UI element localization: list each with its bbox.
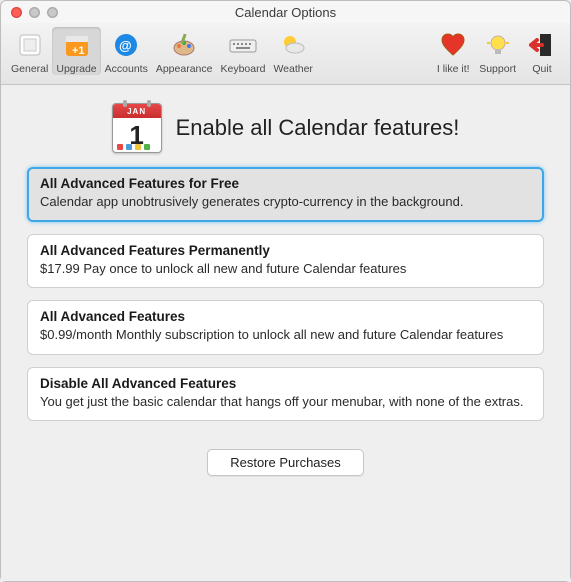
- keyboard-icon: [227, 29, 259, 61]
- toolbar-item-accounts[interactable]: @ Accounts: [101, 27, 152, 75]
- toolbar-label: Upgrade: [56, 63, 96, 75]
- upgrade-icon: +1: [61, 29, 93, 61]
- appearance-icon: [168, 29, 200, 61]
- option-desc: $17.99 Pay once to unlock all new and fu…: [40, 260, 531, 278]
- option-title: Disable All Advanced Features: [40, 376, 531, 391]
- weather-icon: [277, 29, 309, 61]
- calendar-icon-month: JAN: [113, 104, 161, 118]
- toolbar-label: Accounts: [105, 63, 148, 75]
- option-desc: $0.99/month Monthly subscription to unlo…: [40, 326, 531, 344]
- option-desc: You get just the basic calendar that han…: [40, 393, 531, 411]
- toolbar-label: Support: [479, 63, 516, 75]
- titlebar: Calendar Options: [1, 1, 570, 23]
- toolbar-item-upgrade[interactable]: +1 Upgrade: [52, 27, 100, 75]
- quit-icon: [526, 29, 558, 61]
- option-disable[interactable]: Disable All Advanced Features You get ju…: [27, 367, 544, 422]
- calendar-icon: JAN 1: [112, 103, 162, 153]
- toolbar: General +1 Upgrade @ Accounts Appearance…: [1, 23, 570, 85]
- option-desc: Calendar app unobtrusively generates cry…: [40, 193, 531, 211]
- svg-text:@: @: [119, 38, 132, 53]
- toolbar-item-keyboard[interactable]: Keyboard: [216, 27, 269, 75]
- toolbar-item-weather[interactable]: Weather: [269, 27, 317, 75]
- footer: Restore Purchases: [1, 421, 570, 502]
- option-title: All Advanced Features: [40, 309, 531, 324]
- heart-icon: [437, 29, 469, 61]
- toolbar-item-like[interactable]: I like it!: [431, 27, 475, 75]
- window-title: Calendar Options: [1, 5, 570, 20]
- toolbar-item-support[interactable]: Support: [475, 27, 520, 75]
- option-monthly[interactable]: All Advanced Features $0.99/month Monthl…: [27, 300, 544, 355]
- toolbar-label: I like it!: [437, 63, 470, 75]
- content-pane: JAN 1 Enable all Calendar features! All …: [1, 85, 570, 581]
- toolbar-item-quit[interactable]: Quit: [520, 27, 564, 75]
- preferences-window: Calendar Options General +1 Upgrade @ Ac…: [0, 0, 571, 582]
- toolbar-item-general[interactable]: General: [7, 27, 52, 75]
- toolbar-label: Weather: [273, 63, 313, 75]
- restore-purchases-button[interactable]: Restore Purchases: [207, 449, 364, 476]
- option-title: All Advanced Features Permanently: [40, 243, 531, 258]
- option-permanent[interactable]: All Advanced Features Permanently $17.99…: [27, 234, 544, 289]
- upgrade-options: All Advanced Features for Free Calendar …: [1, 167, 570, 421]
- lightbulb-icon: [482, 29, 514, 61]
- option-free-crypto[interactable]: All Advanced Features for Free Calendar …: [27, 167, 544, 222]
- toolbar-label: General: [11, 63, 48, 75]
- accounts-icon: @: [110, 29, 142, 61]
- general-icon: [14, 29, 46, 61]
- toolbar-label: Quit: [532, 63, 551, 75]
- toolbar-label: Keyboard: [220, 63, 265, 75]
- hero-title: Enable all Calendar features!: [176, 115, 460, 141]
- svg-text:+1: +1: [72, 45, 85, 57]
- hero: JAN 1 Enable all Calendar features!: [1, 85, 570, 167]
- toolbar-item-appearance[interactable]: Appearance: [152, 27, 217, 75]
- option-title: All Advanced Features for Free: [40, 176, 531, 191]
- toolbar-label: Appearance: [156, 63, 213, 75]
